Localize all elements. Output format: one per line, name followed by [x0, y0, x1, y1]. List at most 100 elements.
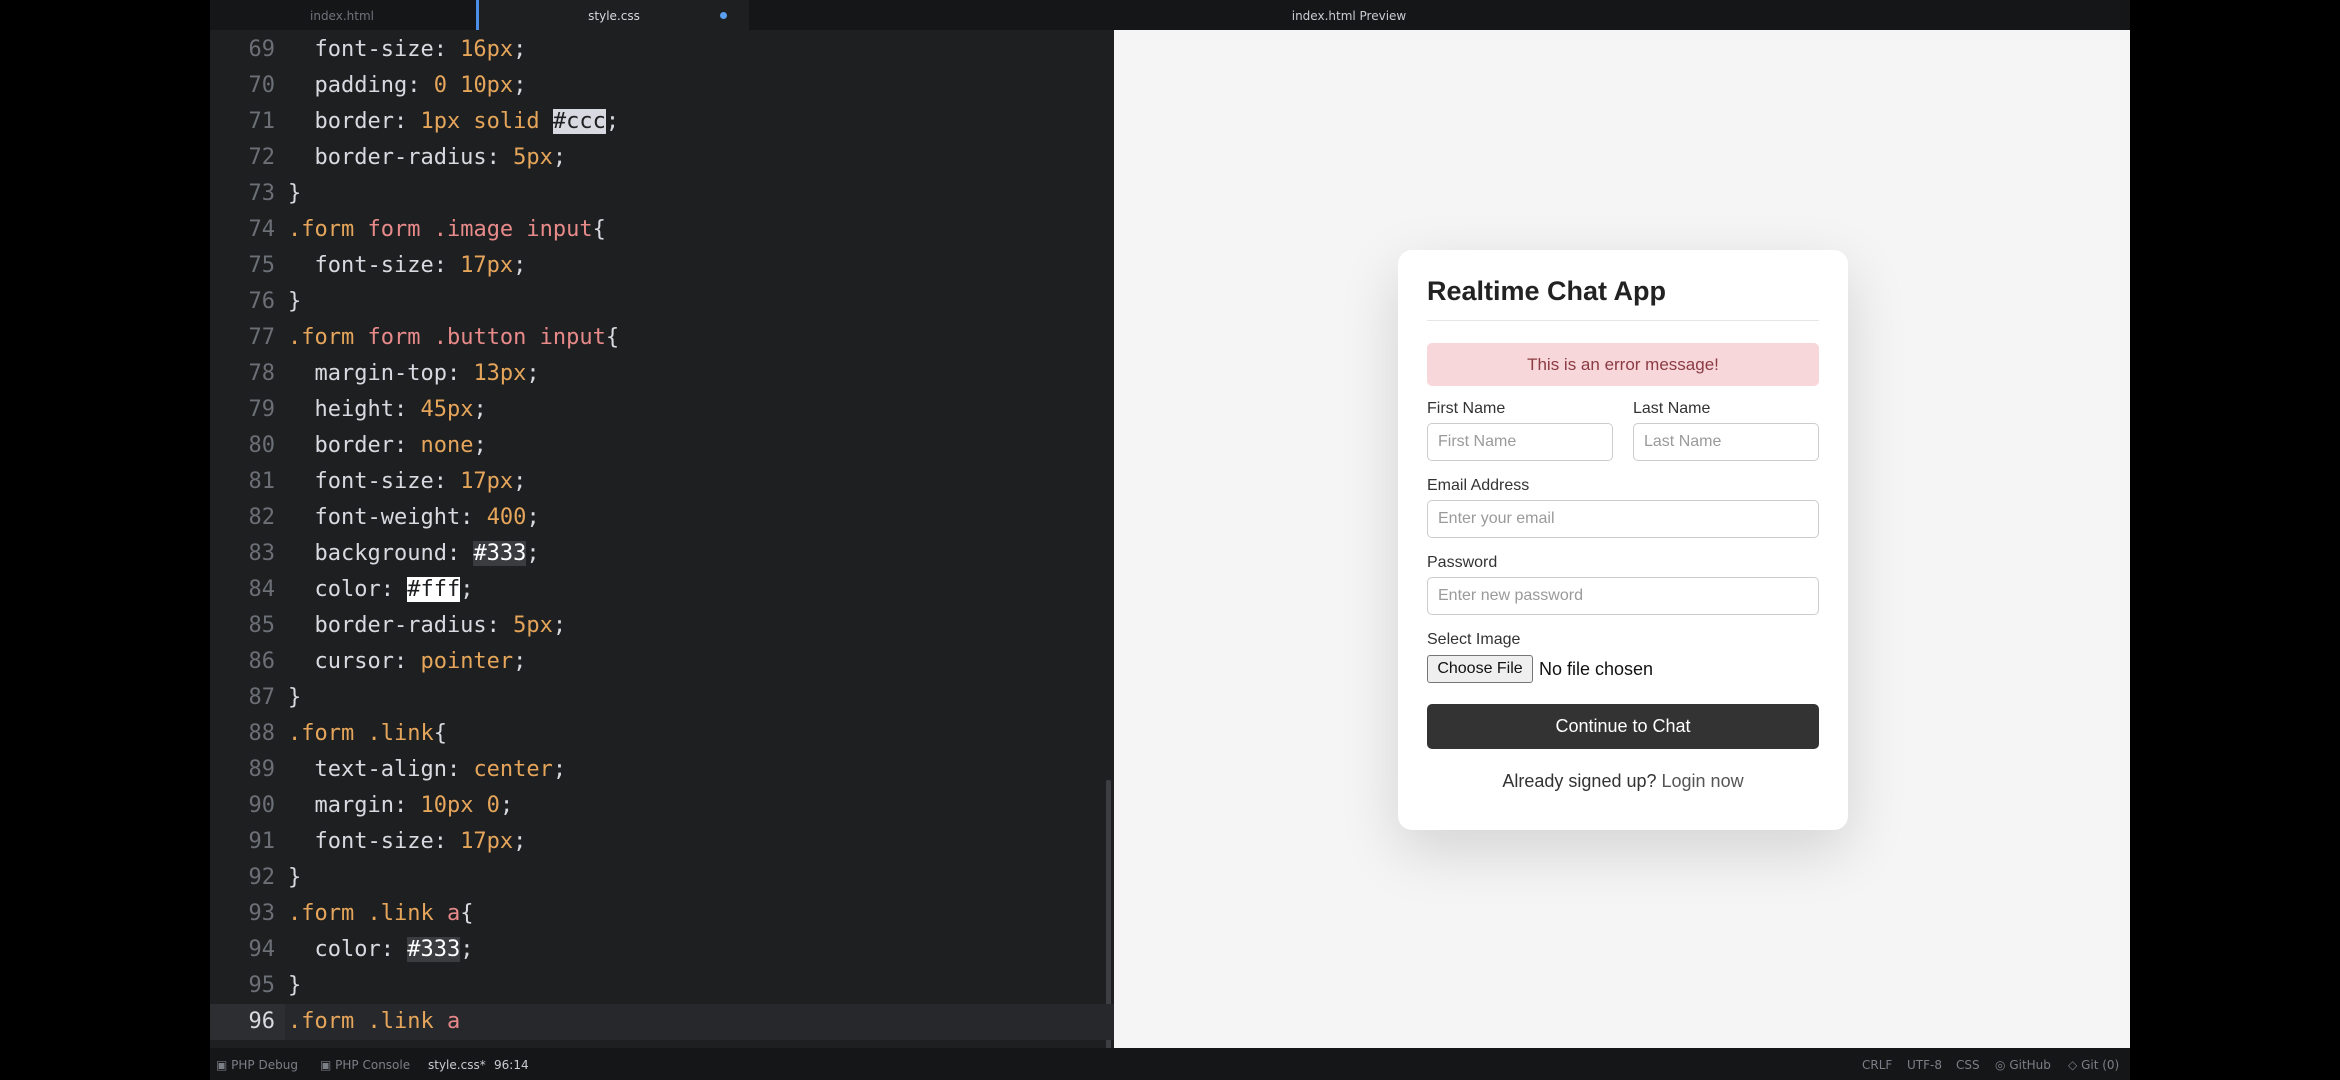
code-line[interactable]: 77 .form form .button input{ [210, 320, 1114, 356]
code-token: { [592, 217, 606, 242]
code-token: 16px [460, 37, 514, 62]
code-token: { [605, 325, 620, 350]
code-line[interactable]: 78 margin-top: 13px; [210, 356, 1114, 392]
code-line[interactable]: 83 background: #333; [210, 536, 1114, 572]
code-token: ; [552, 145, 567, 170]
code-line[interactable]: 89 text-align: center; [210, 752, 1114, 788]
git-button[interactable]: ◇ Git (0) [2068, 1048, 2119, 1080]
code-line[interactable]: 72 border-radius: 5px; [210, 140, 1114, 176]
code-text: cursor: pointer; [288, 644, 526, 680]
code-line[interactable]: 80 border: none; [210, 428, 1114, 464]
signed-up-text: Already signed up? [1502, 771, 1657, 791]
code-line[interactable]: 96 .form .link a [210, 1004, 1114, 1040]
code-token: #333 [407, 937, 461, 962]
code-token: ; [473, 397, 487, 422]
image-label: Select Image [1427, 631, 1521, 648]
code-line[interactable]: 86 cursor: pointer; [210, 644, 1114, 680]
php-console-button[interactable]: ▣ PHP Console [320, 1048, 410, 1080]
code-token: ; [513, 829, 527, 854]
code-token: 1px solid [420, 109, 553, 134]
email-input[interactable]: Enter your email [1427, 500, 1819, 538]
line-number: 89 [248, 757, 276, 782]
code-line[interactable]: 85 border-radius: 5px; [210, 608, 1114, 644]
code-token: a [446, 1009, 461, 1034]
code-token: ; [499, 793, 514, 818]
code-line[interactable]: 81 font-size: 17px; [210, 464, 1114, 500]
tab-preview[interactable]: index.html Preview [1114, 0, 1584, 30]
code-token: font-size: [288, 829, 461, 854]
code-line[interactable]: 75 font-size: 17px; [210, 248, 1114, 284]
code-text: .form form .image input{ [288, 212, 606, 248]
code-line[interactable]: 70 padding: 0 10px; [210, 68, 1114, 104]
status-bar: ▣ PHP Debug ▣ PHP Console style.css* 96:… [210, 1048, 2130, 1080]
tab-style-css[interactable]: style.css [476, 0, 749, 30]
code-token: height: [288, 397, 421, 422]
code-token: ; [552, 757, 567, 782]
code-line[interactable]: 84 color: #fff; [210, 572, 1114, 608]
code-token: #333 [473, 541, 527, 566]
code-token: 13px [473, 361, 527, 386]
code-line[interactable]: 94 color: #333; [210, 932, 1114, 968]
code-text: border-radius: 5px; [288, 608, 566, 644]
cursor-position[interactable]: 96:14 [494, 1048, 529, 1080]
line-number: 96 [248, 1009, 276, 1034]
code-line[interactable]: 73} [210, 176, 1114, 212]
last-name-label: Last Name [1633, 400, 1711, 417]
code-line[interactable]: 82 font-weight: 400; [210, 500, 1114, 536]
line-number: 74 [248, 217, 276, 242]
code-line[interactable]: 95} [210, 968, 1114, 1004]
code-editor[interactable]: 69 font-size: 16px; 70 padding: 0 10px; 71… [210, 30, 1114, 1048]
line-number: 69 [248, 37, 276, 62]
code-line[interactable]: 87} [210, 680, 1114, 716]
code-token: border: [288, 433, 421, 458]
code-line[interactable]: 76} [210, 284, 1114, 320]
code-text: font-size: 17px; [288, 464, 526, 500]
code-line[interactable]: 92} [210, 860, 1114, 896]
code-token: 45px [420, 397, 474, 422]
line-number: 78 [248, 361, 276, 386]
code-token: a [446, 901, 461, 926]
code-line[interactable]: 88 .form .link{ [210, 716, 1114, 752]
code-line[interactable]: 91 font-size: 17px; [210, 824, 1114, 860]
editor-window: index.html style.css index.html Preview … [210, 0, 2130, 1080]
login-link[interactable]: Login now [1662, 771, 1744, 791]
code-text: font-size: 17px; [288, 248, 526, 284]
code-text: height: 45px; [288, 392, 487, 428]
first-name-input[interactable]: First Name [1427, 423, 1613, 461]
choose-file-button[interactable]: Choose File [1427, 655, 1533, 683]
code-text: padding: 0 10px; [288, 68, 526, 104]
code-line[interactable]: 93 .form .link a{ [210, 896, 1114, 932]
code-line[interactable]: 90 margin: 10px 0; [210, 788, 1114, 824]
code-token: ; [526, 541, 540, 566]
continue-to-chat-button[interactable]: Continue to Chat [1427, 704, 1819, 749]
code-text: .form form .button input{ [288, 320, 619, 356]
code-line[interactable]: 71 border: 1px solid #ccc; [210, 104, 1114, 140]
code-text: border: 1px solid #ccc; [288, 104, 619, 140]
language-mode[interactable]: CSS [1956, 1048, 1980, 1080]
code-text: background: #333; [288, 536, 540, 572]
password-input[interactable]: Enter new password [1427, 577, 1819, 615]
code-line[interactable]: 69 font-size: 16px; [210, 32, 1114, 68]
code-text: font-size: 16px; [288, 32, 526, 68]
code-text: font-size: 17px; [288, 824, 526, 860]
code-line[interactable]: 79 height: 45px; [210, 392, 1114, 428]
unsaved-dot-icon [720, 12, 727, 19]
last-name-input[interactable]: Last Name [1633, 423, 1819, 461]
github-label: GitHub [2009, 1058, 2051, 1072]
code-token: margin-top: [288, 361, 474, 386]
encoding[interactable]: UTF-8 [1907, 1048, 1942, 1080]
github-icon: ◎ [1995, 1058, 2006, 1072]
php-debug-button[interactable]: ▣ PHP Debug [216, 1048, 298, 1080]
code-token: .form [288, 721, 368, 746]
code-line[interactable]: 74 .form form .image input{ [210, 212, 1114, 248]
code-token: { [460, 901, 474, 926]
form-title: Realtime Chat App [1427, 276, 1667, 306]
password-label: Password [1427, 554, 1498, 571]
code-token: cursor: [288, 649, 421, 674]
tab-index-html[interactable]: index.html [210, 0, 474, 30]
line-ending[interactable]: CRLF [1862, 1048, 1892, 1080]
code-token: ; [526, 361, 540, 386]
preview-pane: Realtime Chat App This is an error messa… [1114, 30, 2130, 1048]
github-button[interactable]: ◎ GitHub [1995, 1048, 2051, 1080]
code-text: border-radius: 5px; [288, 140, 566, 176]
